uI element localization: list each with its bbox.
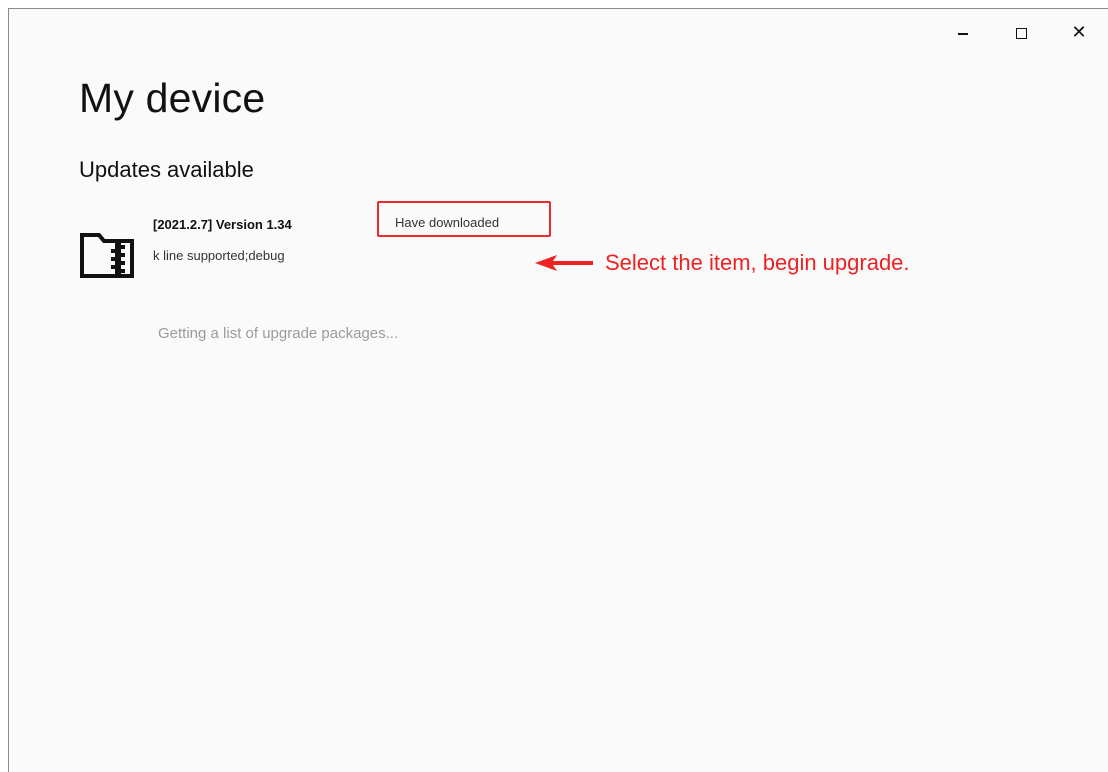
annotation-text: Select the item, begin upgrade. <box>605 250 910 275</box>
update-description: k line supported;debug <box>153 248 285 263</box>
maximize-button[interactable] <box>992 9 1050 57</box>
update-title: [2021.2.7] Version 1.34 <box>153 217 292 232</box>
loading-status: Getting a list of upgrade packages... <box>158 325 399 342</box>
page-title: My device <box>79 75 266 121</box>
close-button[interactable]: ✕ <box>1050 9 1108 57</box>
app-window: ✕ My device Updates available [2021.2.7]… <box>8 8 1108 772</box>
minimize-icon <box>958 33 968 35</box>
minimize-button[interactable] <box>934 9 992 57</box>
maximize-icon <box>1015 27 1027 39</box>
update-list-item[interactable]: [2021.2.7] Version 1.34 k line supported… <box>71 201 571 295</box>
update-status-highlight: Have downloaded <box>377 201 551 237</box>
arrow-left-icon <box>535 255 593 271</box>
update-status: Have downloaded <box>395 215 500 230</box>
close-icon: ✕ <box>1071 22 1087 43</box>
zip-folder-icon <box>80 233 134 278</box>
section-title: Updates available <box>79 157 254 182</box>
window-controls: ✕ <box>934 9 1108 57</box>
instruction-annotation: Select the item, begin upgrade. <box>535 247 910 279</box>
